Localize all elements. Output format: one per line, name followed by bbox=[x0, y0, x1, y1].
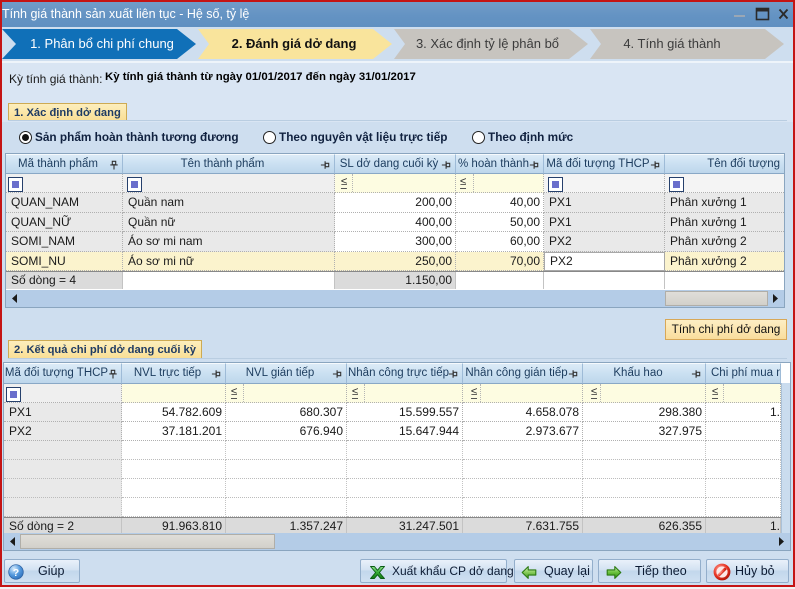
svg-text:?: ? bbox=[13, 566, 19, 578]
